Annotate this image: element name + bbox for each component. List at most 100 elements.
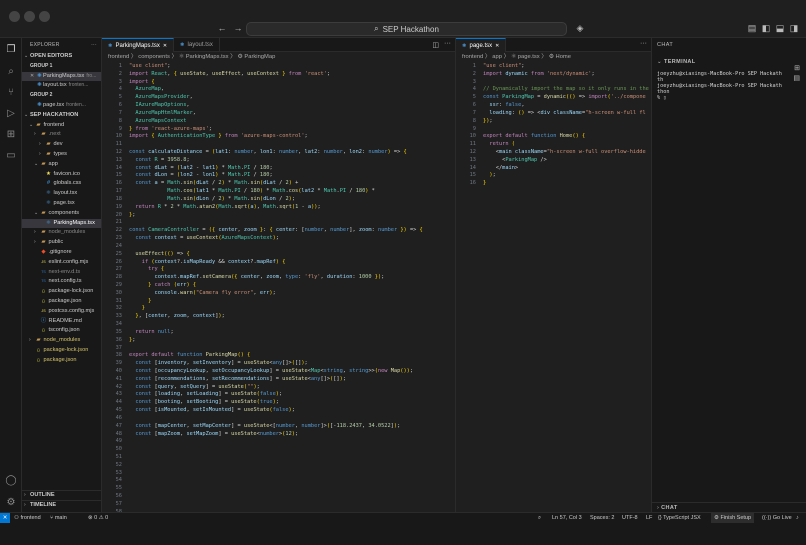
remote-explorer-icon[interactable]: ▭ bbox=[4, 149, 18, 163]
person-icon: ⚇ bbox=[14, 515, 19, 521]
folder-icon: ▰ bbox=[41, 131, 46, 138]
split-editor-icon[interactable]: ◫ bbox=[432, 41, 439, 49]
tab-layout[interactable]: ⚛ layout.tsx bbox=[174, 38, 220, 52]
tab-parkingmaps[interactable]: ⚛ ParkingMaps.tsx ✕ bbox=[102, 38, 175, 53]
more-actions-icon[interactable]: ··· bbox=[444, 40, 451, 47]
new-terminal-icon[interactable]: ⊞ bbox=[794, 64, 800, 72]
line-number: 49 bbox=[115, 438, 122, 445]
file-item[interactable]: TS next.config.ts bbox=[22, 277, 101, 287]
status-problems[interactable]: ⊗ 0 ⚠ 0 bbox=[88, 513, 108, 523]
line-number: 14 bbox=[115, 164, 122, 171]
outline-label: OUTLINE bbox=[30, 492, 55, 498]
code-line: const [booting, setBooting] = useState(t… bbox=[135, 399, 279, 406]
notifications-icon[interactable]: ♪ bbox=[796, 513, 799, 523]
line-number: 19 bbox=[115, 203, 122, 210]
open-editor-path: fronten... bbox=[66, 101, 86, 108]
file-item[interactable]: ★ favicon.ico bbox=[22, 170, 101, 180]
folder-item[interactable]: › ▰ public bbox=[22, 238, 101, 248]
file-item[interactable]: ⓘ README.md bbox=[22, 317, 101, 327]
open-editor-layout[interactable]: ⚛layout.tsx fronten... bbox=[22, 81, 101, 91]
open-editors-section[interactable]: ⌄ OPEN EDITORS bbox=[22, 52, 101, 62]
status-eol[interactable]: LF bbox=[646, 513, 652, 523]
file-item[interactable]: TS next-env.d.ts bbox=[22, 268, 101, 278]
project-section[interactable]: ⌄ SEP HACKATHON bbox=[22, 111, 101, 121]
code-line: AzureMapHtmlMarker, bbox=[135, 109, 196, 116]
code-editor[interactable]: 1 "use client"; 2 import dynamic from 'next… bbox=[456, 63, 651, 188]
remote-indicator[interactable]: ✕ bbox=[0, 513, 10, 523]
tab-page[interactable]: ⚛ page.tsx ✕ bbox=[456, 38, 507, 53]
folder-item[interactable]: › ▰ types bbox=[22, 150, 101, 160]
maximize-window-button[interactable] bbox=[39, 11, 50, 22]
code-editor[interactable]: 1 "use client"; 2 import React, { useState,… bbox=[102, 63, 455, 517]
breadcrumb[interactable]: frontend 〉 components 〉 ⚛ ParkingMaps.ts… bbox=[102, 52, 455, 63]
file-item[interactable]: ◆ .gitignore bbox=[22, 248, 101, 258]
file-item[interactable]: {} package-lock.json bbox=[22, 287, 101, 297]
explorer-icon[interactable]: ❐ bbox=[4, 43, 18, 57]
extensions-icon[interactable]: ⊞ bbox=[4, 128, 18, 142]
status-encoding[interactable]: UTF-8 bbox=[622, 513, 638, 523]
status-branch[interactable]: ⑂ main bbox=[50, 513, 67, 523]
tsx-file-icon: ⚛ bbox=[462, 42, 467, 49]
status-position[interactable]: Ln 57, Col 3 bbox=[552, 513, 582, 523]
terminal-output[interactable]: joeyzhu@xiaxings-MacBook-Pro SEP Hackath… bbox=[657, 71, 782, 101]
folder-item[interactable]: ⌄ ▰ frontend bbox=[22, 121, 101, 131]
close-window-button[interactable] bbox=[9, 11, 20, 22]
minimize-window-button[interactable] bbox=[24, 11, 35, 22]
toggle-panel-icon[interactable]: ⬓ bbox=[774, 22, 786, 34]
folder-item[interactable]: › ▰ node_modules bbox=[22, 228, 101, 238]
source-control-icon[interactable]: ⑂ bbox=[4, 86, 18, 100]
open-editor-page[interactable]: ⚛page.tsx fronten... bbox=[22, 101, 101, 111]
line-number: 48 bbox=[115, 430, 122, 437]
zoom-icon[interactable]: ⌕ bbox=[538, 513, 541, 523]
terminal-list-icon[interactable]: ▤ bbox=[793, 74, 800, 82]
status-language[interactable]: {} TypeScript JSX bbox=[658, 513, 701, 523]
more-actions-icon[interactable]: ··· bbox=[91, 38, 97, 52]
file-item[interactable]: {} package.json bbox=[22, 297, 101, 307]
status-folder[interactable]: ⚇ frontend bbox=[14, 513, 41, 523]
close-icon[interactable]: ✕ bbox=[163, 39, 167, 53]
folder-item[interactable]: ⌄ ▰ components bbox=[22, 209, 101, 219]
folder-item[interactable]: › ▰ dev bbox=[22, 140, 101, 150]
outline-section[interactable]: › OUTLINE › TIMELINE bbox=[22, 490, 101, 510]
status-spaces[interactable]: Spaces: 2 bbox=[590, 513, 614, 523]
file-item[interactable]: ⚛ ParkingMaps.tsx bbox=[22, 218, 101, 229]
breadcrumb[interactable]: frontend 〉 app 〉 ⚛ page.tsx 〉 ⚙ Home bbox=[456, 52, 651, 63]
file-item[interactable]: ⚛ page.tsx bbox=[22, 199, 101, 209]
toggle-sidebar-icon[interactable]: ◧ bbox=[760, 22, 772, 34]
forward-arrow-icon[interactable]: → bbox=[232, 22, 244, 34]
tree-item-label: node_modules bbox=[42, 337, 81, 344]
run-debug-icon[interactable]: ▷ bbox=[4, 107, 18, 121]
timeline-section[interactable]: › TIMELINE bbox=[22, 499, 101, 510]
line-number: 47 bbox=[115, 422, 122, 429]
settings-gear-icon[interactable]: ⚙ bbox=[4, 496, 18, 510]
editor-group-2: ⚛ page.tsx ✕ ··· frontend 〉 app 〉 ⚛ page.t… bbox=[456, 38, 652, 512]
folder-item[interactable]: › ▰ .next bbox=[22, 130, 101, 140]
file-item[interactable]: ⚛ layout.tsx bbox=[22, 189, 101, 199]
file-item[interactable]: {} package.json bbox=[22, 356, 101, 366]
open-editor-parkingmaps[interactable]: ✕ ⚛ParkingMaps.tsx fro... bbox=[22, 71, 101, 82]
back-arrow-icon[interactable]: ← bbox=[216, 22, 228, 34]
file-item[interactable]: {} package-lock.json bbox=[22, 346, 101, 356]
customize-layout-icon[interactable]: ▤ bbox=[746, 22, 758, 34]
folder-icon: ▰ bbox=[36, 337, 41, 344]
file-item[interactable]: JS postcss.config.mjs bbox=[22, 307, 101, 317]
search-icon[interactable]: ⌕ bbox=[4, 65, 18, 79]
finish-setup-button[interactable]: ⚙ Finish Setup bbox=[711, 513, 755, 523]
close-icon[interactable]: ✕ bbox=[495, 39, 499, 53]
file-item[interactable]: # globals.css bbox=[22, 179, 101, 189]
command-center-search[interactable]: ⌕ SEP Hackathon bbox=[246, 22, 567, 36]
tree-item-label: public bbox=[47, 239, 64, 246]
code-line: AzureMapsContext bbox=[135, 117, 187, 124]
copilot-icon[interactable]: ◈ bbox=[574, 22, 586, 34]
tree-item-label: .gitignore bbox=[47, 248, 72, 255]
folder-item[interactable]: › ▰ node_modules bbox=[22, 336, 101, 346]
chat-bottom-section[interactable]: › CHAT bbox=[652, 502, 806, 512]
more-actions-icon[interactable]: ··· bbox=[640, 40, 647, 47]
go-live-button[interactable]: ((·)) Go Live bbox=[762, 513, 792, 523]
toggle-secondary-sidebar-icon[interactable]: ◨ bbox=[788, 22, 800, 34]
terminal-header[interactable]: ⌄ TERMINAL bbox=[652, 55, 806, 69]
account-icon[interactable]: ◯ bbox=[4, 474, 18, 488]
file-item[interactable]: {} tsconfig.json bbox=[22, 326, 101, 336]
file-item[interactable]: JS eslint.config.mjs bbox=[22, 258, 101, 268]
folder-item[interactable]: ⌄ ▰ app bbox=[22, 160, 101, 170]
